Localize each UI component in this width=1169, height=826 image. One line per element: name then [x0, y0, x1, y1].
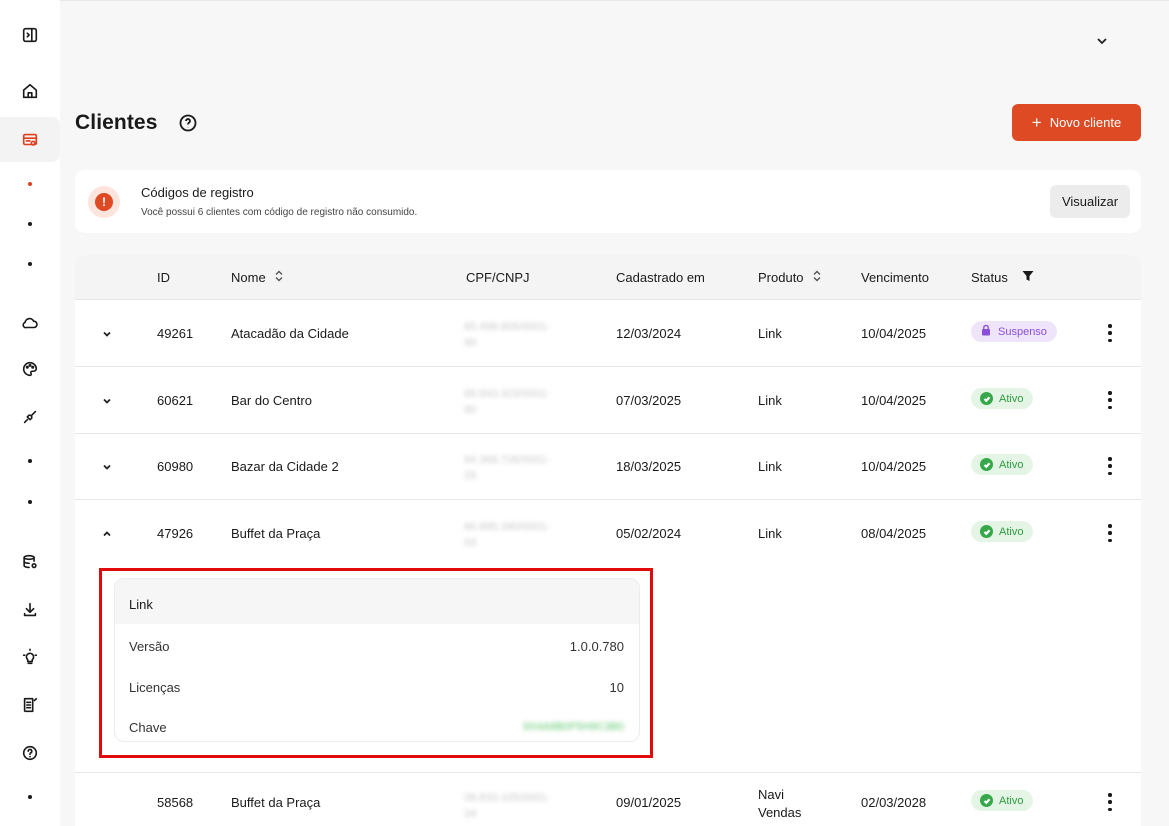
cell-product: Link [758, 526, 782, 541]
cell-name: Bazar da Cidade 2 [231, 459, 339, 474]
palette-icon[interactable] [0, 356, 60, 382]
status-badge: Ativo [971, 454, 1034, 475]
sidebar-subitem[interactable] [0, 220, 60, 228]
cell-due: 10/04/2025 [861, 393, 927, 408]
cell-doc: 68.843.323/0001- 80 [464, 388, 551, 416]
lightbulb-icon[interactable] [0, 644, 60, 670]
more-options-icon[interactable] [1106, 457, 1114, 475]
cell-id: 60621 [157, 393, 194, 408]
home-icon[interactable] [0, 78, 60, 104]
table-row[interactable]: 60980 Bazar da Cidade 2 94.368.726/0001-… [75, 434, 1141, 500]
more-options-icon[interactable] [1106, 324, 1114, 342]
cell-name: Buffet da Praça [231, 526, 321, 541]
plug-icon[interactable] [0, 404, 60, 430]
database-settings-icon[interactable] [0, 549, 60, 575]
column-header-doc: CPF/CNPJ [466, 270, 530, 285]
check-icon [980, 525, 993, 538]
help-icon[interactable] [178, 113, 198, 133]
column-header-name[interactable]: Nome [231, 270, 284, 285]
new-client-label: Novo cliente [1049, 115, 1122, 130]
new-client-button[interactable]: + Novo cliente [1012, 104, 1141, 141]
status-badge: Ativo [971, 388, 1034, 409]
cell-product: Link [758, 459, 782, 474]
sidebar-toggle-icon[interactable] [0, 22, 60, 48]
help-icon[interactable] [0, 740, 60, 766]
check-icon [980, 458, 993, 471]
chevron-down-icon[interactable] [101, 327, 115, 341]
cell-doc: 08.833.105/0001- 34 [464, 792, 551, 820]
plus-icon: + [1031, 113, 1042, 132]
chevron-down-icon[interactable] [1094, 33, 1110, 49]
cell-created: 09/01/2025 [616, 795, 682, 810]
news-icon[interactable] [0, 692, 60, 718]
column-header-status[interactable]: Status [971, 270, 1034, 285]
sidebar-subitem[interactable] [0, 180, 60, 188]
alert-text: Você possui 6 clientes com código de reg… [141, 207, 418, 218]
sort-icon[interactable] [812, 270, 822, 285]
cell-due: 02/03/2028 [861, 795, 927, 810]
cell-due: 10/04/2025 [861, 326, 927, 341]
alert-title: Códigos de registro [141, 185, 254, 200]
table-row[interactable]: 60621 Bar do Centro 68.843.323/0001- 80 0… [75, 367, 1141, 434]
cell-name: Atacadão da Cidade [231, 326, 349, 341]
lock-icon [980, 324, 992, 339]
check-icon [980, 794, 993, 807]
highlight-box [99, 568, 653, 758]
check-icon [980, 392, 993, 405]
page-title: Clientes [75, 111, 158, 134]
cloud-icon[interactable] [0, 310, 60, 336]
view-button[interactable]: Visualizar [1050, 185, 1130, 218]
alert-icon: ! [88, 186, 120, 218]
cell-created: 12/03/2024 [616, 326, 682, 341]
chevron-up-icon[interactable] [101, 527, 115, 541]
status-badge: Suspenso [971, 321, 1057, 342]
status-badge: Ativo [971, 790, 1034, 811]
cell-created: 07/03/2025 [616, 393, 682, 408]
registration-codes-alert: ! Códigos de registro Você possui 6 clie… [75, 170, 1141, 233]
cell-name: Bar do Centro [231, 393, 312, 408]
cell-id: 58568 [157, 795, 194, 810]
sidebar [0, 0, 60, 826]
more-options-icon[interactable] [1106, 793, 1114, 811]
sidebar-subitem[interactable] [0, 260, 60, 268]
table-row[interactable]: 49261 Atacadão da Cidade 65.498.805/0001… [75, 300, 1141, 367]
column-header-product[interactable]: Produto [758, 270, 822, 285]
column-header-due: Vencimento [861, 270, 929, 285]
cell-created: 05/02/2024 [616, 526, 682, 541]
cell-product: Navi Vendas [758, 787, 802, 820]
more-options-icon[interactable] [1106, 524, 1114, 542]
cell-due: 08/04/2025 [861, 526, 927, 541]
top-divider [60, 0, 1169, 1]
cell-doc: 65.498.805/0001- 99 [464, 321, 551, 349]
cell-id: 49261 [157, 326, 194, 341]
cell-product: Link [758, 393, 782, 408]
cell-created: 18/03/2025 [616, 459, 682, 474]
filter-icon[interactable] [1022, 270, 1034, 285]
cell-doc: 94.368.726/0001- 25 [464, 454, 551, 482]
chevron-down-icon[interactable] [101, 460, 115, 474]
cell-id: 60980 [157, 459, 194, 474]
chevron-down-icon[interactable] [101, 394, 115, 408]
cell-name: Buffet da Praça [231, 795, 321, 810]
sort-icon[interactable] [274, 270, 284, 285]
cell-due: 10/04/2025 [861, 459, 927, 474]
status-badge: Ativo [971, 521, 1034, 542]
cell-doc: 66.685.390/0001- 03 [464, 521, 551, 549]
sidebar-subitem[interactable] [0, 793, 60, 801]
column-header-created: Cadastrado em [616, 270, 705, 285]
table-header: ID Nome CPF/CNPJ Cadastrado em Produto V… [75, 255, 1141, 300]
download-icon[interactable] [0, 597, 60, 623]
column-header-id: ID [157, 270, 170, 285]
sidebar-subitem[interactable] [0, 457, 60, 465]
table-row[interactable]: 58568 Buffet da Praça 08.833.105/0001- 34… [75, 773, 1141, 826]
more-options-icon[interactable] [1106, 391, 1114, 409]
cell-product: Link [758, 326, 782, 341]
cell-id: 47926 [157, 526, 194, 541]
clients-icon[interactable] [0, 117, 60, 162]
sidebar-subitem[interactable] [0, 498, 60, 506]
